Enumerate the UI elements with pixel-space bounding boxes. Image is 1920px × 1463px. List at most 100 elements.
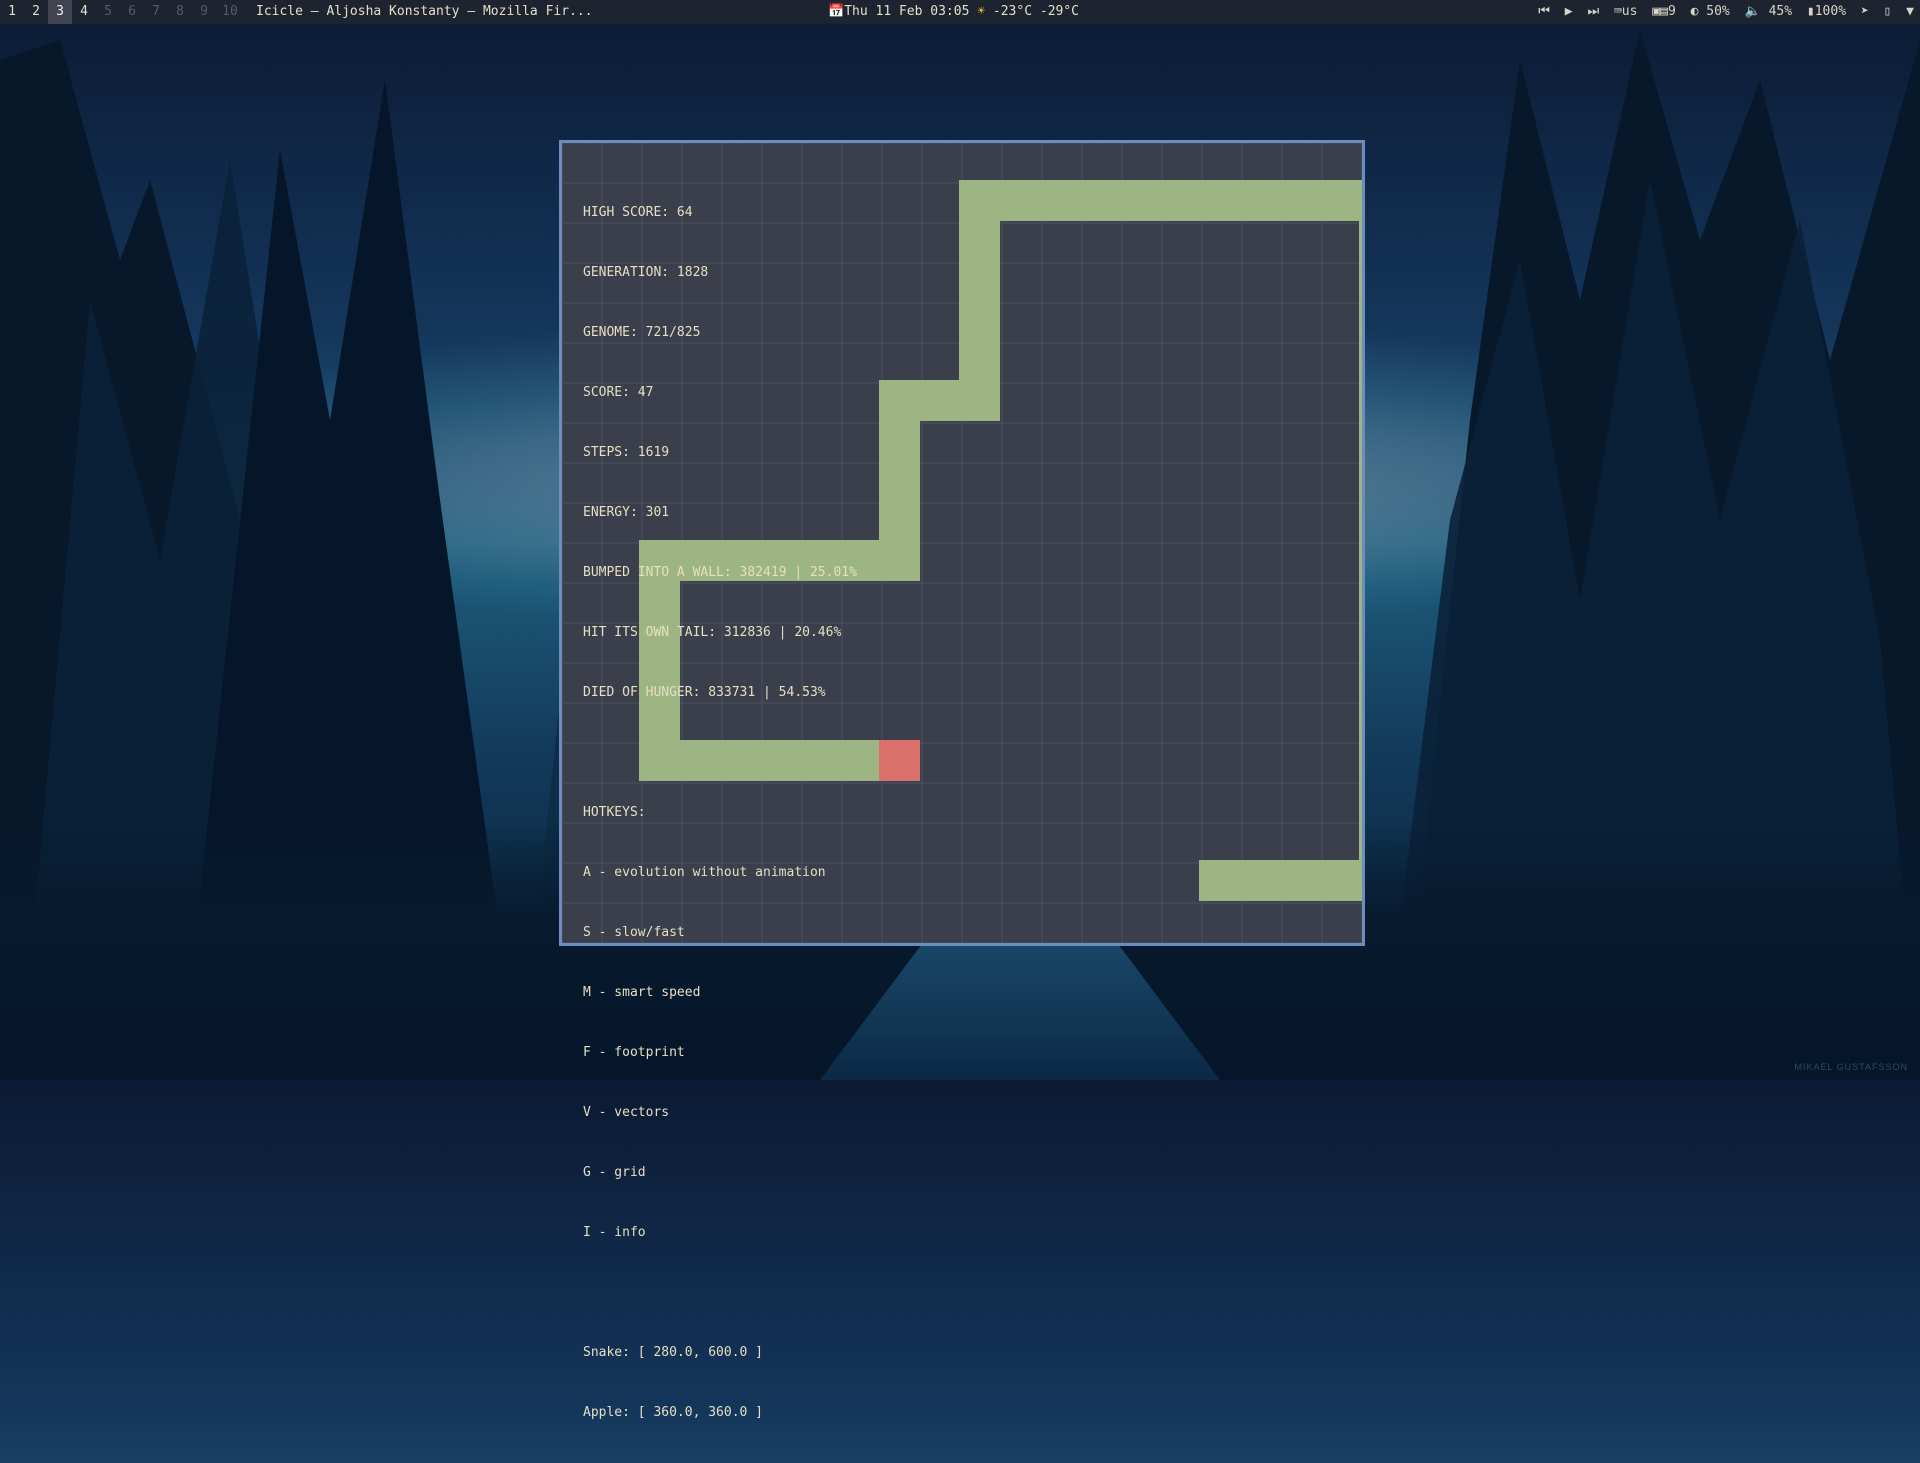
phone-icon[interactable]: ▯ — [1884, 0, 1892, 24]
snake-segment — [959, 220, 1000, 261]
apple-position: Apple: [ 360.0, 360.0 ] — [583, 1405, 764, 1420]
snake-segment — [1359, 500, 1362, 541]
app-status[interactable]: ▣▤9 — [1652, 0, 1675, 24]
media-next-icon[interactable]: ⏭ — [1587, 0, 1599, 24]
energy: ENERGY: 301 — [583, 505, 670, 520]
snake-segment — [1359, 420, 1362, 461]
memory-indicator: ▤ — [1660, 4, 1668, 19]
hotkey-item: I - info — [583, 1225, 646, 1240]
tail-deaths: HIT ITS OWN TAIL: 312836 | 20.46% — [583, 625, 842, 640]
wifi-icon[interactable]: ▼ — [1906, 0, 1914, 24]
snake-segment — [879, 380, 920, 421]
snake-segment — [1359, 220, 1362, 261]
snake-segment — [879, 500, 920, 541]
workspace-4[interactable]: 4 — [72, 0, 96, 24]
snake-segment — [1279, 860, 1320, 901]
snake-segment — [1359, 740, 1362, 781]
snake-segment — [1119, 180, 1160, 221]
weather-temp: -23°C -29°C — [992, 4, 1079, 19]
snake-segment — [1359, 340, 1362, 381]
top-status-bar: 1 2 3 4 5 6 7 8 9 10 Icicle — Aljosha Konstanty —… — [0, 0, 1920, 24]
active-window-title: Icicle — Aljosha Konstanty — Mozilla Fir… — [256, 4, 593, 19]
snake-segment — [1359, 820, 1362, 861]
wall-deaths: BUMPED INTO A WALL: 382419 | 25.01% — [583, 565, 857, 580]
battery-indicator[interactable]: ▮100% — [1807, 0, 1846, 24]
snake-segment — [1239, 180, 1280, 221]
date-time: Thu 11 Feb 03:05 — [844, 4, 970, 19]
workspace-5[interactable]: 5 — [96, 0, 120, 24]
snake-segment — [1359, 540, 1362, 581]
snake-segment — [1039, 180, 1080, 221]
snake-segment — [1079, 180, 1120, 221]
steps: STEPS: 1619 — [583, 445, 670, 460]
snake-segment — [879, 420, 920, 461]
keyboard-layout[interactable]: ⌨us — [1614, 0, 1637, 24]
system-tray: ⏮ ▶ ⏭ ⌨us ▣▤9 ◐ 50% 🔈 45% ▮100% ➤ ▯ ▼ — [1531, 0, 1914, 24]
snake-segment — [1359, 460, 1362, 501]
sun-icon: ☀ — [977, 4, 986, 19]
snake-segment — [1199, 180, 1240, 221]
snake-segment — [1159, 180, 1200, 221]
snake-segment — [959, 380, 1000, 421]
snake-segment — [1279, 180, 1320, 221]
hotkey-item: M - smart speed — [583, 985, 701, 1000]
brightness-icon: ◐ — [1690, 4, 1699, 19]
memory-icon: ▣ — [1652, 4, 1661, 19]
snake-segment — [1359, 260, 1362, 301]
snake-segment — [879, 460, 920, 501]
keyboard-icon: ⌨ — [1613, 4, 1622, 19]
hotkey-item: F - footprint — [583, 1045, 685, 1060]
media-play-icon[interactable]: ▶ — [1565, 0, 1573, 24]
snake-segment — [1239, 860, 1280, 901]
media-previous-icon[interactable]: ⏮ — [1538, 0, 1550, 24]
snake-position: Snake: [ 280.0, 600.0 ] — [583, 1345, 764, 1360]
snake-game-window[interactable]: HIGH SCORE: 64 GENERATION: 1828 GENOME: … — [559, 140, 1365, 1420]
snake-segment — [879, 540, 920, 581]
hotkey-item: G - grid — [583, 1165, 646, 1180]
hotkey-item: V - vectors — [583, 1105, 670, 1120]
hunger-deaths: DIED OF HUNGER: 833731 | 54.53% — [583, 685, 826, 700]
apple — [879, 740, 920, 781]
workspace-7[interactable]: 7 — [144, 0, 168, 24]
snake-segment — [1359, 660, 1362, 701]
workspace-1[interactable]: 1 — [0, 0, 24, 24]
volume-icon: 🔈 — [1744, 4, 1761, 19]
workspace-3[interactable]: 3 — [48, 0, 72, 24]
volume-indicator[interactable]: 🔈 45% — [1745, 0, 1793, 24]
snake-segment — [1359, 860, 1362, 901]
telegram-icon[interactable]: ➤ — [1861, 0, 1869, 24]
snake-segment — [1359, 300, 1362, 341]
high-score: HIGH SCORE: 64 — [583, 205, 693, 220]
snake-segment — [1359, 580, 1362, 621]
genome: GENOME: 721/825 — [583, 325, 701, 340]
workspace-2[interactable]: 2 — [24, 0, 48, 24]
snake-segment — [1359, 620, 1362, 661]
snake-segment — [1199, 860, 1240, 901]
calendar-icon: 📅 — [828, 4, 845, 19]
hotkeys-title: HOTKEYS: — [583, 805, 646, 820]
generation: GENERATION: 1828 — [583, 265, 709, 280]
battery-icon: ▮ — [1806, 4, 1815, 19]
workspace-8[interactable]: 8 — [168, 0, 192, 24]
snake-segment — [1359, 380, 1362, 421]
snake-segment — [1319, 860, 1360, 901]
workspace-10[interactable]: 10 — [216, 0, 244, 24]
score: SCORE: 47 — [583, 385, 654, 400]
brightness-indicator[interactable]: ◐ 50% — [1691, 0, 1730, 24]
snake-segment — [959, 180, 1000, 221]
snake-segment — [959, 260, 1000, 301]
workspace-6[interactable]: 6 — [120, 0, 144, 24]
snake-segment — [1359, 780, 1362, 821]
snake-segment — [959, 300, 1000, 341]
snake-segment — [1319, 180, 1360, 221]
clock-weather: 📅Thu 11 Feb 03:05 ☀ -23°C -29°C — [828, 0, 1079, 24]
snake-segment — [919, 380, 960, 421]
hotkey-item: S - slow/fast — [583, 925, 685, 940]
wallpaper-credit: MIKAEL GUSTAFSSON — [1794, 1062, 1908, 1072]
snake-segment — [1359, 700, 1362, 741]
snake-segment — [959, 340, 1000, 381]
snake-segment — [999, 180, 1040, 221]
hotkey-item: A - evolution without animation — [583, 865, 826, 880]
workspace-9[interactable]: 9 — [192, 0, 216, 24]
info-panel: HIGH SCORE: 64 GENERATION: 1828 GENOME: … — [583, 163, 857, 1463]
